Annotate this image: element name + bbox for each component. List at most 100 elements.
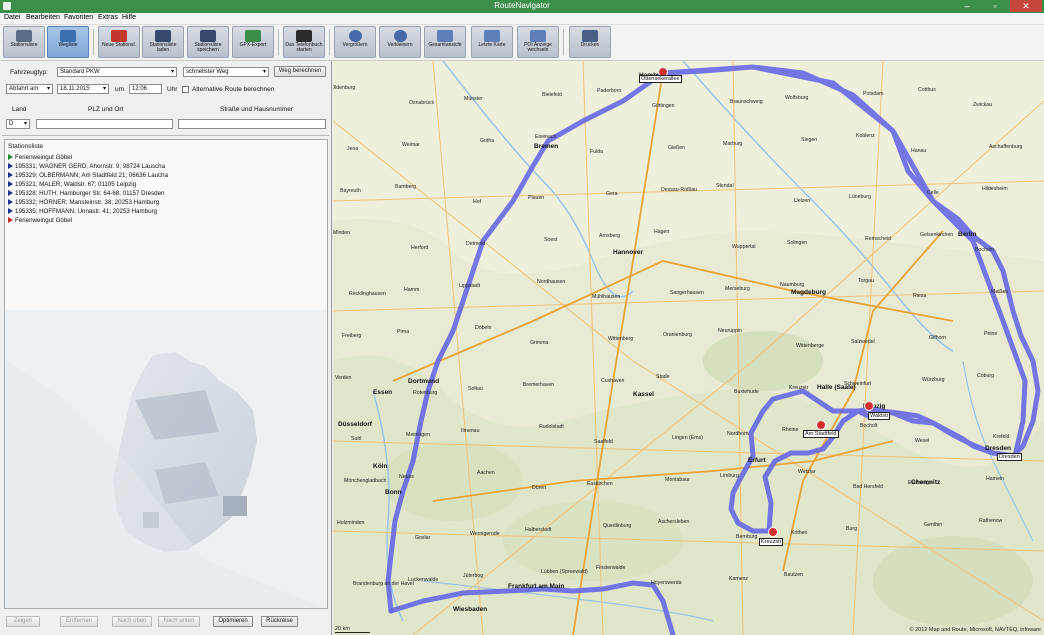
maximize-button[interactable]: ▫ [982,0,1008,12]
close-button[interactable]: ✕ [1010,0,1042,12]
town-label: Meißen [991,289,1009,295]
town-label: Lübben (Spreewald) [541,569,588,575]
map-scale: 20 km [335,626,370,633]
calculate-route-button[interactable]: Weg berechnen [274,66,326,77]
zip-city-input[interactable] [36,119,173,129]
town-label: Eschwege [908,480,932,486]
left-panel: Fahrzeugtyp: Standard PKW schnellster We… [0,61,332,635]
city-label: Frankfurt am Main [508,583,565,590]
menu-favoriten[interactable]: Favoriten [64,14,93,21]
town-label: Saalfeld [594,439,613,445]
save-list-button[interactable]: Stationsliste speichern [187,26,229,58]
move-up-button[interactable]: Nach oben [112,616,152,627]
date-picker[interactable]: 18.11.2015 [57,84,109,94]
new-list-button[interactable]: Neue Stationsl. [98,26,140,58]
overview-button[interactable]: Gesamtansicht [424,26,466,58]
town-label: Wittenberg [608,336,634,342]
move-down-button[interactable]: Nach unten [158,616,200,627]
town-label: Osnabrück [409,100,435,106]
alternative-route-label: Alternative Route berechnen [192,86,275,93]
menu-datei[interactable]: Datei [4,14,20,21]
toolbar: Stationsliste Wegliste Neue Stationsl. S… [0,25,1044,61]
map-view[interactable]: Hamburg Bremen Hannover Berlin Magdeburg… [333,61,1044,635]
town-label: Fulda [590,149,603,155]
show-button[interactable]: Zeigen [6,616,40,627]
town-label: Gifhorn [929,335,947,341]
save-list-icon [200,30,216,42]
marker-label: Kreuzstr [759,538,784,546]
town-label: Bautzen [784,572,804,578]
town-label: Lippstadt [459,283,481,289]
zip-city-label: PLZ und Ort [88,106,124,113]
zoom-in-button[interactable]: Vergrößern [334,26,376,58]
town-label: Hof [473,199,482,205]
town-label: Wesel [915,438,930,444]
alternative-route-checkbox[interactable] [182,86,189,93]
town-label: Minden [333,230,351,236]
return-trip-button[interactable]: Rückreise [261,616,298,627]
town-label: Detmold [466,241,486,247]
toolbar-separator [93,29,94,55]
menu-hilfe[interactable]: Hilfe [122,14,136,21]
town-label: Würzburg [922,377,945,383]
remove-button[interactable]: Entfernen [60,616,98,627]
town-label: Wernigerode [470,531,500,537]
route-marker-icon[interactable] [816,420,826,430]
hour-label: Uhr [167,86,178,93]
station-list[interactable]: Stationsliste Ferienweingut Göbel 195331… [4,139,328,609]
route-marker-icon[interactable] [768,527,778,537]
town-label: Marburg [723,141,743,147]
menu-extras[interactable]: Extras [98,14,118,21]
town-label: Bad Hersfeld [853,484,883,490]
town-label: Göttingen [652,103,675,109]
town-label: Zwickau [973,102,993,108]
menu-bearbeiten[interactable]: Bearbeiten [26,14,60,21]
minimize-button[interactable]: – [954,0,980,12]
last-map-button[interactable]: Letzte Karte [471,26,513,58]
town-label: Verden [335,375,352,381]
town-label: Hameln [986,476,1004,482]
vehicle-type-select[interactable]: Standard PKW [57,67,177,77]
city-label: Düsseldorf [338,421,372,428]
gpx-export-icon [245,30,261,42]
load-list-button[interactable]: Stationsliste laden [142,26,184,58]
poi-toggle-button[interactable]: POI Anzeige wechseln [517,26,559,58]
map-canvas[interactable] [333,61,1044,635]
town-label: Rathenow [979,518,1003,524]
route-marker-icon[interactable] [864,401,874,411]
date-value: 18.11.2015 [60,86,90,92]
gpx-export-button[interactable]: GPX-Export [232,26,274,58]
country-value: D [9,121,14,127]
town-label: Mühlhausen [592,294,621,300]
wegliste-button[interactable]: Wegliste [47,26,89,58]
marker-label: Am Stadtfeld [803,430,839,438]
town-label: Neuss [399,474,414,480]
last-map-icon [484,30,500,42]
street-input[interactable] [178,119,326,129]
town-label: Pirna [397,329,410,335]
town-label: Münster [464,96,483,102]
map-copyright: © 2012 Map and Route, Microsoft, NAVTEQ,… [909,627,1041,633]
phonebook-button[interactable]: Das Telefonbuch starten [283,26,325,58]
printer-icon [582,30,598,42]
country-select[interactable]: D [6,119,30,129]
zoom-out-button[interactable]: Verkleinern [379,26,421,58]
departure-select[interactable]: Abfahrt am [6,84,53,94]
town-label: Freiberg [342,333,362,339]
town-label: Jena [347,146,359,152]
route-type-select[interactable]: schnellster Weg [183,67,269,77]
phonebook-icon [296,30,312,42]
town-label: Soltau [468,386,483,392]
town-label: Hanau [911,148,927,154]
city-label: Dortmund [408,378,440,385]
town-label: Soest [544,237,558,243]
print-button[interactable]: Drucken [569,26,611,58]
marker-label: Waldstr [868,412,891,420]
stationsliste-button[interactable]: Stationsliste [3,26,45,58]
time-input[interactable]: 12:06 [129,84,162,94]
town-label: Naumburg [780,282,805,288]
city-label: Bonn [385,489,402,496]
town-label: Brandenburg an der Havel [353,581,414,587]
window-title: RouteNavigator [494,1,550,10]
optimize-button[interactable]: Optimieren [213,616,253,627]
